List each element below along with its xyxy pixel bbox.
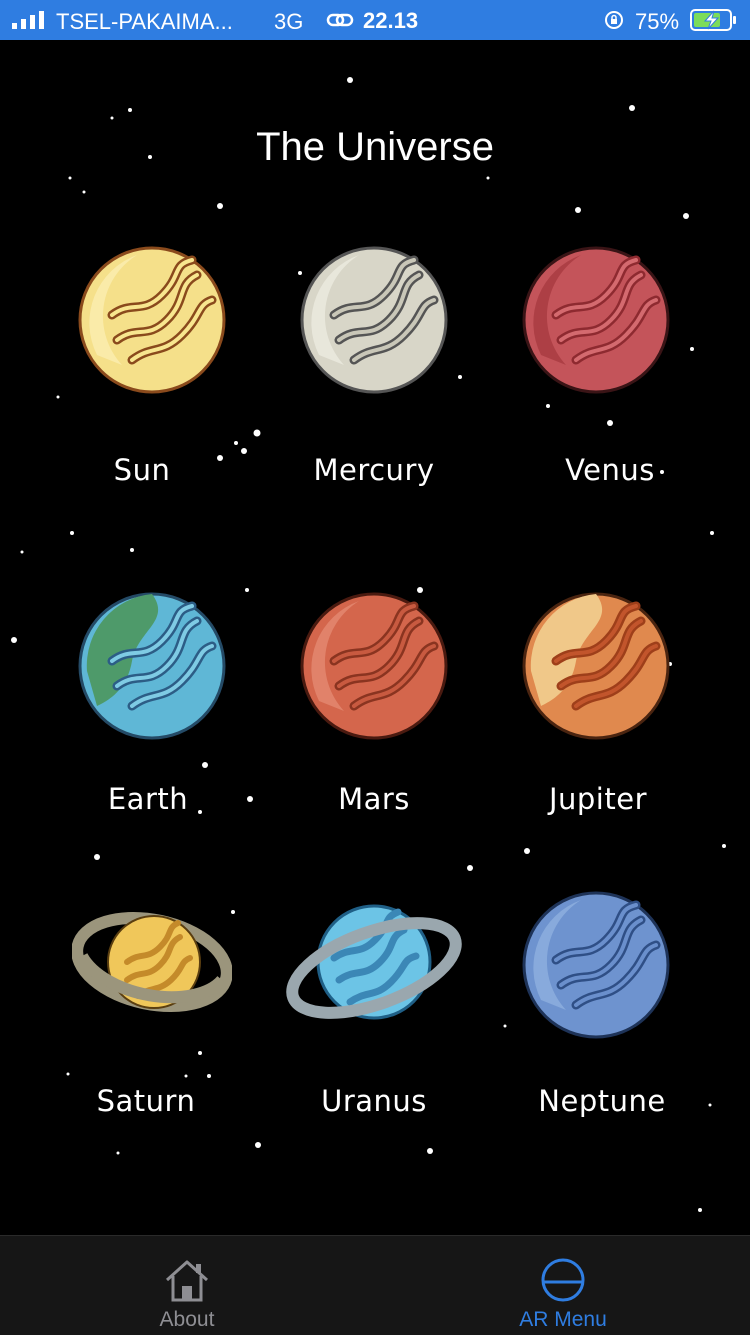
planet-label-saturn: Saturn xyxy=(96,1084,196,1118)
planet-mars-button[interactable] xyxy=(264,591,484,741)
tab-about[interactable]: About xyxy=(62,1236,312,1335)
home-icon xyxy=(165,1260,209,1302)
planet-sun-button[interactable] xyxy=(42,245,262,395)
page-title: The Universe xyxy=(256,125,494,169)
planet-label-uranus: Uranus xyxy=(321,1084,427,1118)
tab-bar: About AR Menu xyxy=(0,1235,750,1335)
signal-icon xyxy=(12,11,44,29)
status-bar: TSEL-PAKAIMA... 3G 22.13 75% xyxy=(0,0,750,40)
battery-percentage: 75% xyxy=(635,9,680,34)
planet-label-venus: Venus xyxy=(565,453,655,487)
planet-label-jupiter: Jupiter xyxy=(548,782,648,816)
tab-about-label: About xyxy=(159,1308,215,1331)
carrier-name: TSEL-PAKAIMA... xyxy=(56,9,233,34)
planet-venus-button[interactable] xyxy=(486,245,706,395)
uranus-icon xyxy=(286,904,462,1020)
orientation-lock-icon xyxy=(605,11,623,29)
earth-icon xyxy=(78,592,226,740)
planet-label-earth: Earth xyxy=(107,782,189,816)
planet-mercury-button[interactable] xyxy=(264,245,484,395)
planet-jupiter-button[interactable] xyxy=(486,591,706,741)
planet-label-sun: Sun xyxy=(113,453,171,487)
mercury-icon xyxy=(300,246,448,394)
circle-icon xyxy=(541,1258,585,1302)
saturn-icon xyxy=(72,911,232,1013)
link-icon xyxy=(326,13,354,27)
planet-earth-button[interactable] xyxy=(42,591,262,741)
space-background: The Universe Sun Mercury Venus Earth Mar… xyxy=(0,40,750,1235)
tab-ar-menu-label: AR Menu xyxy=(519,1308,607,1331)
clock-time: 22.13 xyxy=(363,8,419,33)
jupiter-icon xyxy=(522,592,670,740)
network-type: 3G xyxy=(274,9,304,34)
planet-label-mercury: Mercury xyxy=(313,453,435,487)
venus-icon xyxy=(522,246,670,394)
planet-label-neptune: Neptune xyxy=(538,1084,666,1118)
mars-icon xyxy=(300,592,448,740)
tab-ar-menu[interactable]: AR Menu xyxy=(438,1236,688,1335)
planet-uranus-button[interactable] xyxy=(264,890,484,1030)
neptune-icon xyxy=(522,891,670,1039)
planet-label-mars: Mars xyxy=(338,782,410,816)
battery-charging-icon xyxy=(690,9,736,31)
planet-saturn-button[interactable] xyxy=(42,890,262,1030)
planet-neptune-button[interactable] xyxy=(486,890,706,1040)
sun-icon xyxy=(78,246,226,394)
